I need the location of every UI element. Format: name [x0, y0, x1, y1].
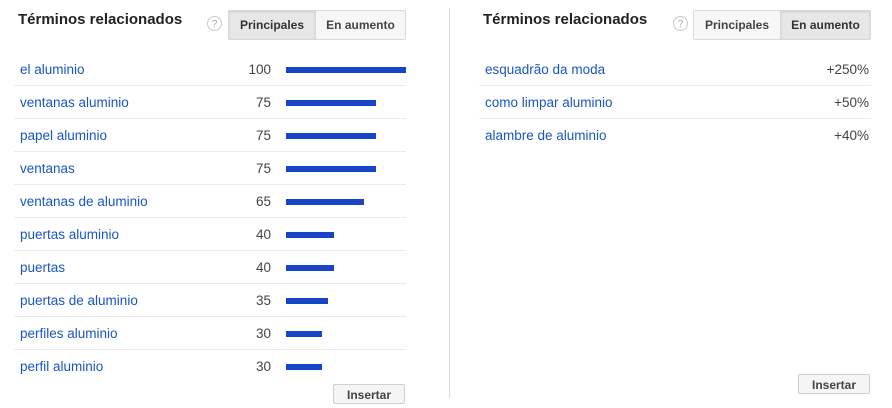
- term-link[interactable]: papel aluminio: [20, 128, 107, 143]
- term-value: 35: [255, 293, 271, 308]
- term-link[interactable]: puertas de aluminio: [20, 293, 138, 308]
- value-bar: [286, 166, 376, 172]
- list-item: ventanas aluminio 75: [14, 86, 406, 119]
- view-toggle: Principales En aumento: [228, 10, 406, 40]
- term-value: 75: [255, 128, 271, 143]
- list-item: ventanas 75: [14, 152, 406, 185]
- list-item: esquadrão da moda +250%: [479, 53, 871, 86]
- value-bar: [286, 298, 328, 304]
- tab-en-aumento[interactable]: En aumento: [780, 11, 870, 39]
- term-value: 40: [255, 260, 271, 275]
- list-item: puertas de aluminio 35: [14, 284, 406, 317]
- value-bar: [286, 364, 322, 370]
- term-value: 75: [255, 95, 271, 110]
- list-item: perfil aluminio 30: [14, 350, 406, 383]
- term-link[interactable]: esquadrão da moda: [485, 62, 605, 77]
- panel-header: Términos relacionados ? Principales En a…: [465, 5, 885, 40]
- insert-button[interactable]: Insertar: [798, 374, 870, 394]
- term-value: 75: [255, 161, 271, 176]
- term-link[interactable]: perfil aluminio: [20, 359, 103, 374]
- value-bar: [286, 232, 334, 238]
- term-link[interactable]: ventanas: [20, 161, 75, 176]
- list-item: ventanas de aluminio 65: [14, 185, 406, 218]
- list-item: puertas 40: [14, 251, 406, 284]
- panel-title: Términos relacionados: [18, 11, 183, 28]
- term-link[interactable]: como limpar aluminio: [485, 95, 613, 110]
- term-value: 30: [255, 326, 271, 341]
- term-link[interactable]: el aluminio: [20, 62, 85, 77]
- value-bar: [286, 265, 334, 271]
- panel-header: Términos relacionados ? Principales En a…: [0, 5, 420, 40]
- term-change-value: +40%: [834, 128, 869, 143]
- rising-related-terms-panel: Términos relacionados ? Principales En a…: [465, 0, 885, 408]
- tab-principales[interactable]: Principales: [229, 11, 315, 39]
- term-value: 100: [248, 62, 271, 77]
- term-link[interactable]: ventanas aluminio: [20, 95, 129, 110]
- term-value: 30: [255, 359, 271, 374]
- related-terms-list: esquadrão da moda +250% como limpar alum…: [479, 53, 871, 152]
- term-change-value: +50%: [834, 95, 869, 110]
- term-link[interactable]: ventanas de aluminio: [20, 194, 148, 209]
- term-link[interactable]: alambre de aluminio: [485, 128, 607, 143]
- value-bar: [286, 67, 406, 73]
- list-item: alambre de aluminio +40%: [479, 119, 871, 152]
- tab-en-aumento[interactable]: En aumento: [315, 11, 405, 39]
- value-bar: [286, 331, 322, 337]
- value-bar: [286, 100, 376, 106]
- list-item: perfiles aluminio 30: [14, 317, 406, 350]
- view-toggle: Principales En aumento: [693, 10, 871, 40]
- list-item: papel aluminio 75: [14, 119, 406, 152]
- value-bar: [286, 199, 364, 205]
- help-icon[interactable]: ?: [673, 16, 688, 31]
- list-item: como limpar aluminio +50%: [479, 86, 871, 119]
- term-change-value: +250%: [826, 62, 869, 77]
- top-related-terms-panel: Términos relacionados ? Principales En a…: [0, 0, 420, 408]
- list-item: el aluminio 100: [14, 53, 406, 86]
- value-bar: [286, 133, 376, 139]
- term-value: 40: [255, 227, 271, 242]
- insert-button[interactable]: Insertar: [333, 384, 405, 404]
- term-link[interactable]: perfiles aluminio: [20, 326, 118, 341]
- list-item: puertas aluminio 40: [14, 218, 406, 251]
- help-icon[interactable]: ?: [207, 16, 222, 31]
- term-value: 65: [255, 194, 271, 209]
- panel-divider: [449, 8, 450, 398]
- tab-principales[interactable]: Principales: [694, 11, 780, 39]
- related-terms-list: el aluminio 100 ventanas aluminio 75 pap…: [14, 53, 406, 383]
- panel-title: Términos relacionados: [483, 11, 648, 28]
- term-link[interactable]: puertas: [20, 260, 65, 275]
- term-link[interactable]: puertas aluminio: [20, 227, 119, 242]
